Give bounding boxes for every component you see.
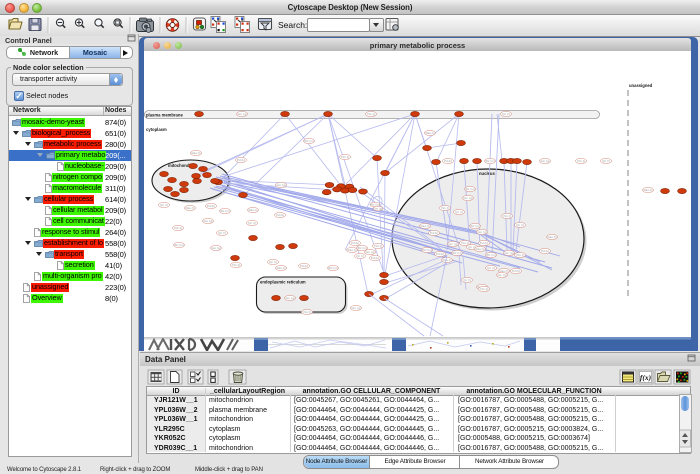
svg-text:f(x): f(x) [640,373,652,382]
